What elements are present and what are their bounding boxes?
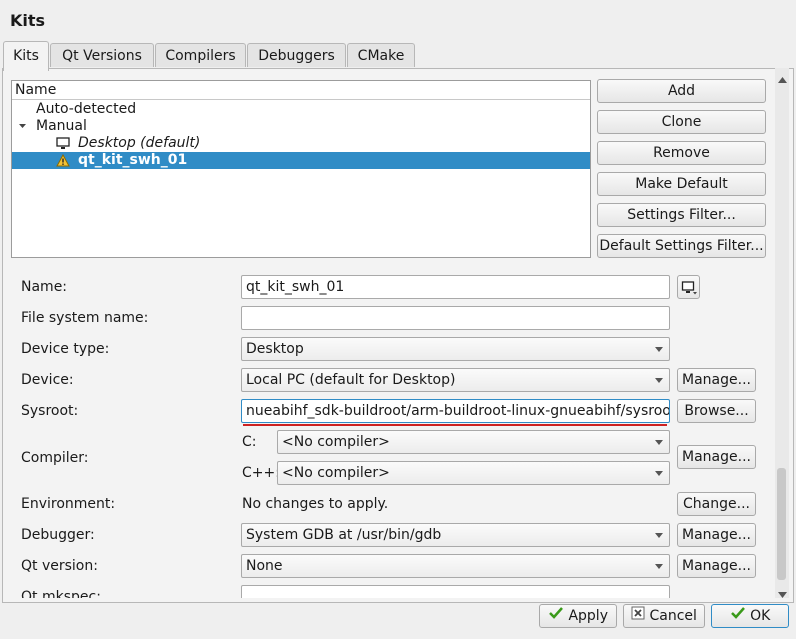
window-title: Kits	[10, 11, 46, 30]
cpp-compiler-label: C++:	[242, 465, 280, 481]
device-value: Local PC (default for Desktop)	[246, 372, 456, 388]
chevron-down-icon	[655, 533, 663, 538]
c-compiler-label: C:	[242, 434, 257, 450]
c-compiler-value: <No compiler>	[282, 434, 390, 450]
sysroot-field[interactable]: nueabihf_sdk-buildroot/arm-buildroot-lin…	[241, 399, 670, 423]
settings-filter-button[interactable]: Settings Filter...	[597, 203, 766, 227]
clone-button[interactable]: Clone	[597, 110, 766, 134]
kits-tree[interactable]: Name Auto-detected Manual Desktop (defau…	[11, 80, 591, 258]
name-field[interactable]: qt_kit_swh_01	[241, 275, 670, 299]
qt-mkspec-row: Qt mkspec:	[0, 583, 775, 598]
debugger-label: Debugger:	[21, 527, 95, 543]
environment-value: No changes to apply.	[242, 496, 389, 512]
close-icon	[631, 605, 645, 627]
debugger-value: System GDB at /usr/bin/gdb	[246, 527, 442, 543]
qt-version-label: Qt version:	[21, 558, 98, 574]
add-button[interactable]: Add	[597, 79, 766, 103]
ok-label: OK	[750, 608, 771, 624]
kit-icon-button[interactable]	[677, 275, 700, 299]
default-settings-filter-button[interactable]: Default Settings Filter...	[597, 234, 766, 258]
tab-cmake[interactable]: CMake	[347, 43, 415, 67]
name-label: Name:	[21, 279, 68, 295]
device-type-select[interactable]: Desktop	[241, 337, 670, 361]
qt-mkspec-field[interactable]	[241, 585, 670, 598]
qt-version-select[interactable]: None	[241, 554, 670, 578]
qt-mkspec-label: Qt mkspec:	[21, 589, 101, 598]
tree-item-label: Auto-detected	[36, 101, 137, 117]
tab-bar: Kits Qt Versions Compilers Debuggers CMa…	[0, 41, 796, 71]
tree-item-auto-detected[interactable]: Auto-detected	[12, 101, 590, 118]
checkmark-icon	[548, 605, 564, 627]
device-label: Device:	[21, 372, 74, 388]
chevron-down-icon	[655, 471, 663, 476]
debugger-select[interactable]: System GDB at /usr/bin/gdb	[241, 523, 670, 547]
fs-name-field[interactable]	[241, 306, 670, 330]
device-manage-button[interactable]: Manage...	[677, 368, 756, 392]
remove-button[interactable]: Remove	[597, 141, 766, 165]
sysroot-browse-button[interactable]: Browse...	[677, 399, 756, 423]
form-scrollbar[interactable]	[775, 68, 789, 598]
tab-kits[interactable]: Kits	[3, 41, 49, 71]
debugger-manage-button[interactable]: Manage...	[677, 523, 756, 547]
environment-label: Environment:	[21, 496, 116, 512]
tree-item-selected-kit[interactable]: qt_kit_swh_01	[12, 152, 590, 169]
device-type-label: Device type:	[21, 341, 110, 357]
make-default-button[interactable]: Make Default	[597, 172, 766, 196]
scrollbar-thumb[interactable]	[777, 468, 786, 580]
monitor-icon	[681, 280, 697, 302]
environment-change-button[interactable]: Change...	[677, 492, 756, 516]
chevron-down-icon	[655, 440, 663, 445]
qt-version-manage-button[interactable]: Manage...	[677, 554, 756, 578]
spellcheck-underline	[243, 424, 667, 426]
cpp-compiler-value: <No compiler>	[282, 465, 390, 481]
device-select[interactable]: Local PC (default for Desktop)	[241, 368, 670, 392]
sysroot-label: Sysroot:	[21, 403, 79, 419]
fs-name-label: File system name:	[21, 310, 149, 326]
compiler-manage-button[interactable]: Manage...	[677, 445, 756, 469]
qt-version-value: None	[246, 558, 283, 574]
tree-header-name: Name	[12, 81, 590, 100]
chevron-down-icon	[655, 347, 663, 352]
c-compiler-select[interactable]: <No compiler>	[277, 430, 670, 454]
chevron-down-icon	[655, 564, 663, 569]
tree-item-label: Desktop (default)	[78, 135, 201, 151]
apply-button[interactable]: Apply	[539, 604, 617, 628]
checkmark-icon	[730, 605, 746, 627]
tree-item-label: Manual	[36, 118, 87, 134]
cpp-compiler-select[interactable]: <No compiler>	[277, 461, 670, 485]
tree-item-label: qt_kit_swh_01	[78, 152, 188, 168]
tab-compilers[interactable]: Compilers	[155, 43, 246, 67]
tab-debuggers[interactable]: Debuggers	[247, 43, 346, 67]
tree-item-desktop-kit[interactable]: Desktop (default)	[12, 135, 590, 152]
chevron-down-icon	[655, 378, 663, 383]
warning-icon	[56, 153, 70, 172]
scroll-up-icon[interactable]	[778, 71, 787, 87]
cancel-label: Cancel	[649, 608, 697, 624]
ok-button[interactable]: OK	[711, 604, 789, 628]
tab-qt-versions[interactable]: Qt Versions	[50, 43, 154, 67]
tree-item-manual[interactable]: Manual	[12, 118, 590, 135]
cancel-button[interactable]: Cancel	[623, 604, 705, 628]
apply-label: Apply	[568, 608, 608, 624]
device-type-value: Desktop	[246, 341, 304, 357]
compiler-label: Compiler:	[21, 450, 89, 466]
scroll-down-icon[interactable]	[778, 586, 787, 602]
